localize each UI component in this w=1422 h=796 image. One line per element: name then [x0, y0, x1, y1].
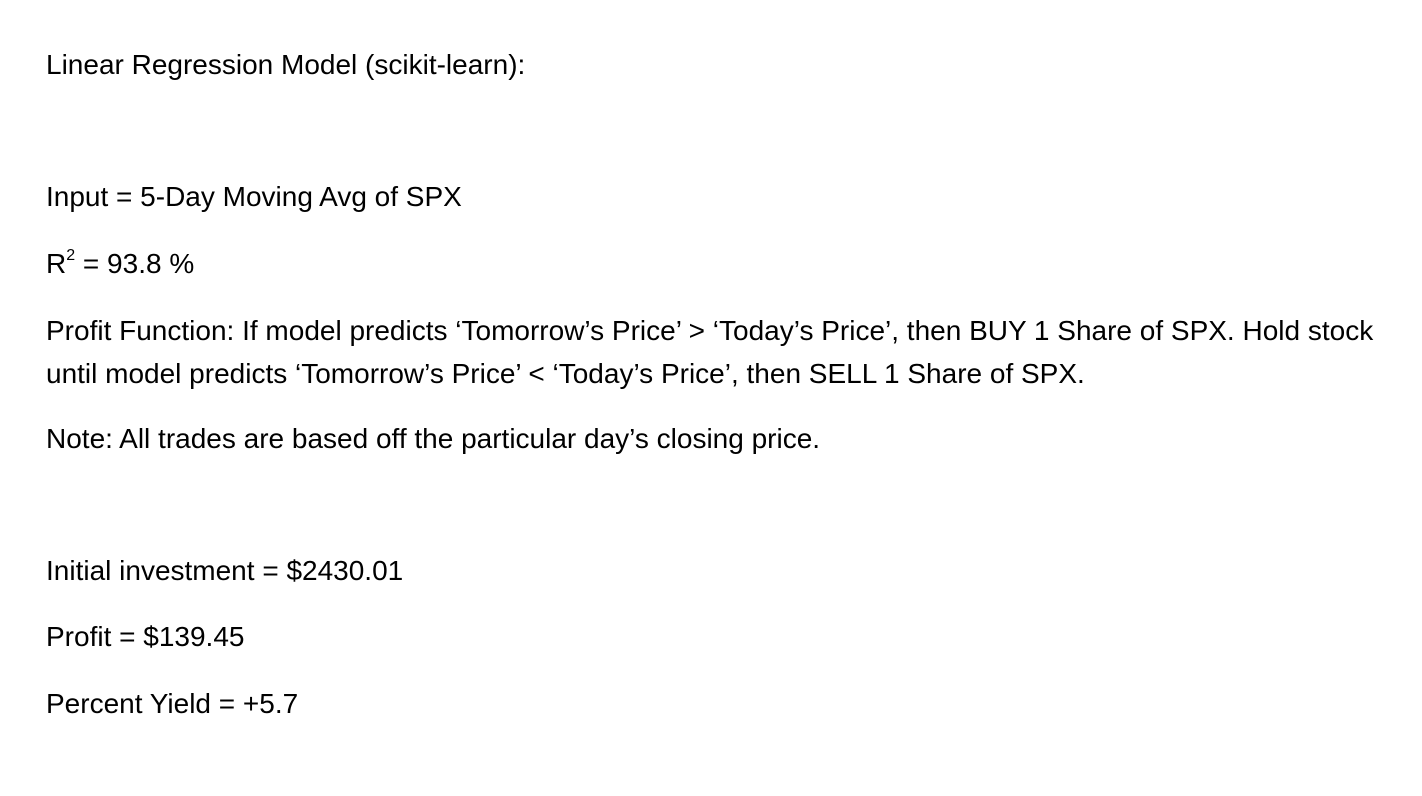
input-description: Input = 5-Day Moving Avg of SPX: [46, 181, 462, 212]
document-page: Linear Regression Model (scikit-learn): …: [0, 0, 1422, 796]
r-squared-symbol: R: [46, 248, 67, 279]
r-squared-value: = 93.8 %: [75, 248, 195, 279]
percent-yield: Percent Yield = +5.7: [46, 688, 299, 719]
profit-function-paragraph: Profit Function: If model predicts ‘Tomo…: [46, 315, 1374, 389]
profit-value: Profit = $139.45: [46, 621, 245, 652]
trading-note: Note: All trades are based off the parti…: [46, 423, 821, 454]
initial-investment: Initial investment = $2430.01: [46, 555, 404, 586]
r-squared-line: R2 = 93.8 %: [46, 243, 194, 285]
r-squared-superscript: 2: [66, 246, 76, 264]
document-heading: Linear Regression Model (scikit-learn):: [46, 49, 526, 80]
